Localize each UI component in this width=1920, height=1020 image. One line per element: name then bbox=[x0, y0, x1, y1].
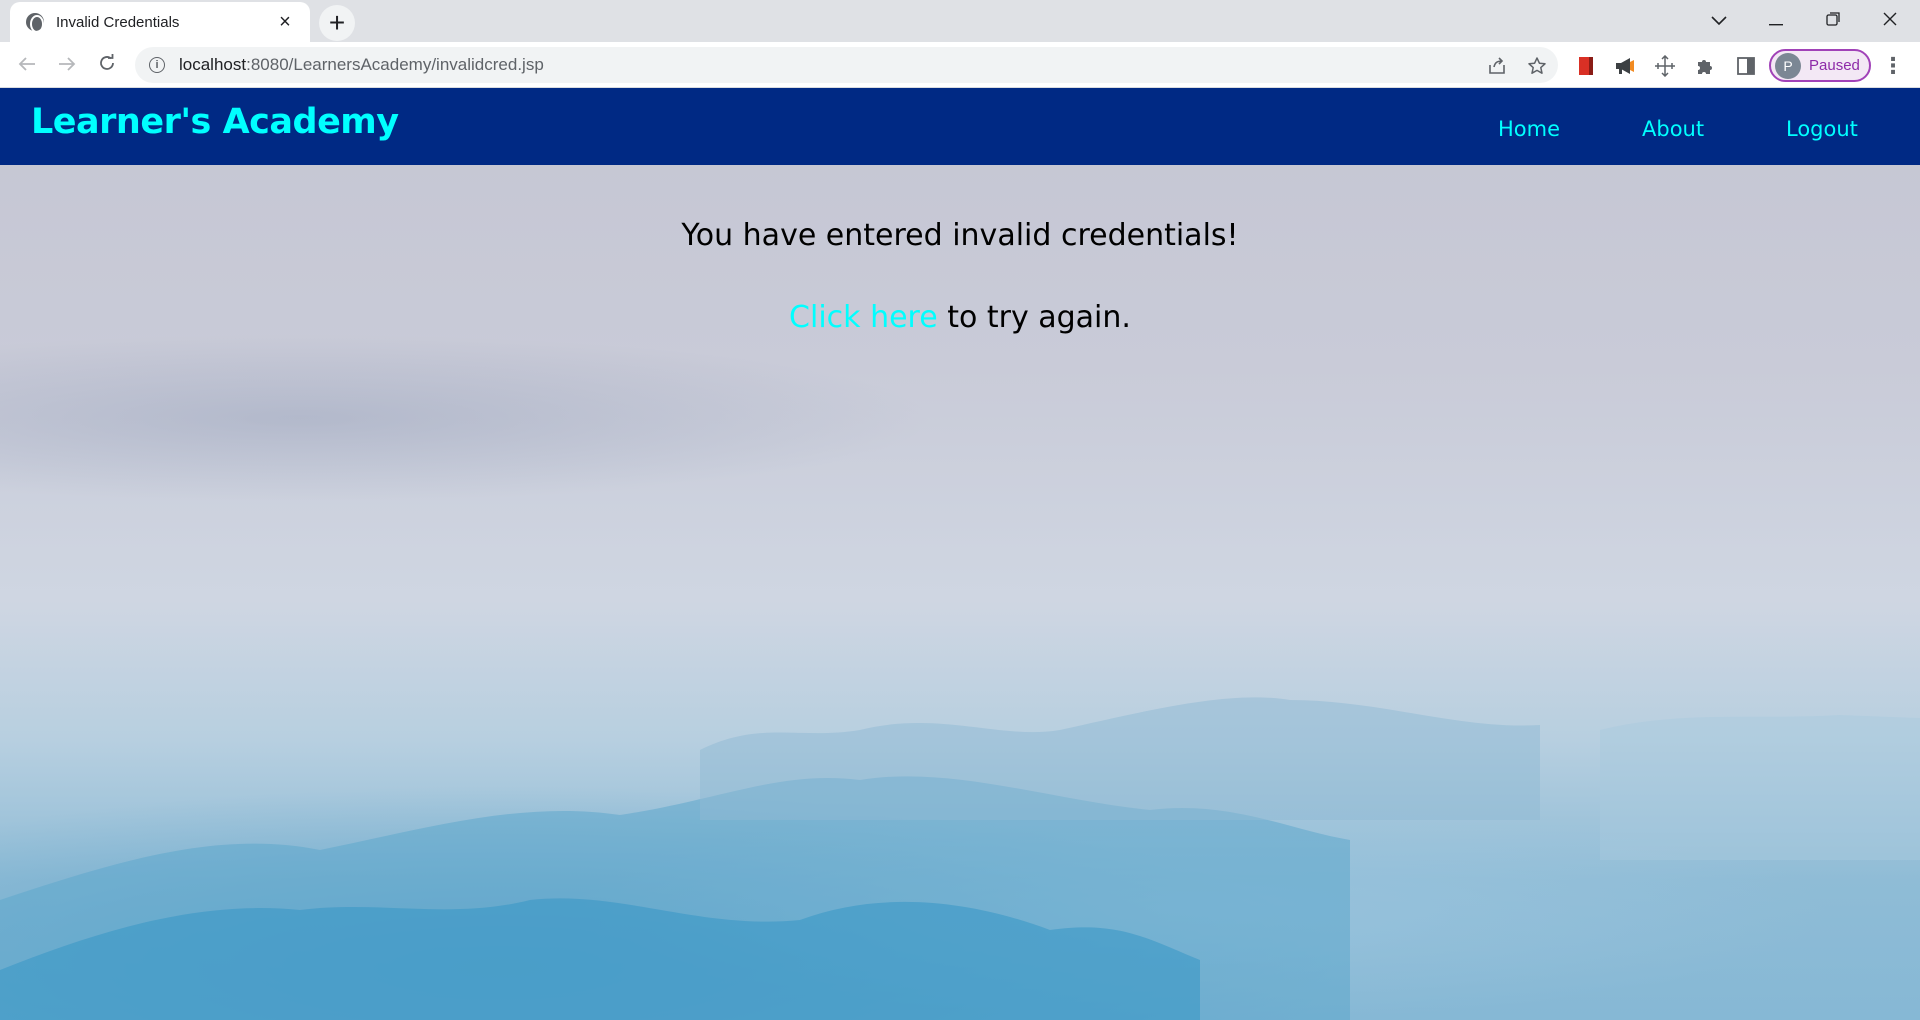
profile-status: Paused bbox=[1809, 57, 1860, 74]
forward-button[interactable] bbox=[51, 49, 83, 81]
megaphone-extension-icon[interactable] bbox=[1612, 53, 1638, 79]
new-tab-button[interactable]: + bbox=[319, 5, 355, 41]
site-brand[interactable]: Learner's Academy bbox=[31, 102, 399, 142]
reload-button[interactable] bbox=[91, 49, 123, 81]
close-icon[interactable]: × bbox=[274, 11, 296, 33]
chevron-down-icon bbox=[1711, 10, 1727, 31]
retry-text: to try again. bbox=[937, 300, 1131, 335]
arrow-left-icon bbox=[18, 52, 36, 78]
share-icon[interactable] bbox=[1485, 54, 1509, 78]
retry-link[interactable]: Click here bbox=[789, 300, 938, 335]
arrow-right-icon bbox=[58, 52, 76, 78]
profile-button[interactable]: P Paused bbox=[1769, 49, 1871, 82]
info-icon[interactable]: i bbox=[149, 57, 165, 73]
reload-icon bbox=[98, 52, 116, 78]
tab-strip: Invalid Credentials × + bbox=[0, 0, 1920, 42]
nav-home[interactable]: Home bbox=[1498, 117, 1560, 141]
nav-logout[interactable]: Logout bbox=[1786, 117, 1858, 141]
move-extension-icon[interactable] bbox=[1652, 53, 1678, 79]
side-panel-icon[interactable] bbox=[1733, 53, 1759, 79]
nav-about[interactable]: About bbox=[1642, 117, 1704, 141]
tab-title: Invalid Credentials bbox=[56, 13, 180, 31]
puzzle-icon[interactable] bbox=[1692, 53, 1718, 79]
restore-icon bbox=[1826, 10, 1840, 31]
browser-toolbar: i localhost:8080/LearnersAcademy/invalid… bbox=[0, 42, 1920, 88]
restore-button[interactable] bbox=[1805, 0, 1861, 40]
globe-icon bbox=[26, 13, 44, 33]
minimize-icon bbox=[1769, 10, 1783, 31]
address-bar[interactable]: i localhost:8080/LearnersAcademy/invalid… bbox=[135, 47, 1558, 83]
back-button[interactable] bbox=[11, 49, 43, 81]
bookmark-extension-icon[interactable] bbox=[1573, 53, 1599, 79]
close-icon bbox=[1883, 10, 1897, 31]
site-header: Learner's Academy Home About Logout bbox=[0, 88, 1920, 165]
browser-tab[interactable]: Invalid Credentials × bbox=[10, 2, 310, 42]
minimize-button[interactable] bbox=[1748, 0, 1804, 40]
close-window-button[interactable] bbox=[1862, 0, 1918, 40]
url-path: :8080/LearnersAcademy/invalidcred.jsp bbox=[246, 55, 544, 74]
tab-search-button[interactable] bbox=[1691, 0, 1747, 40]
url-text[interactable]: localhost:8080/LearnersAcademy/invalidcr… bbox=[179, 55, 544, 75]
more-vert-icon[interactable]: ⋮ bbox=[1880, 53, 1906, 79]
retry-message: Click here to try again. bbox=[0, 300, 1920, 335]
avatar: P bbox=[1775, 52, 1801, 79]
page-content: Learner's Academy Home About Logout You … bbox=[0, 88, 1920, 1020]
mountain-background bbox=[0, 697, 1920, 1020]
error-message: You have entered invalid credentials! bbox=[681, 218, 1239, 253]
url-host: localhost bbox=[179, 55, 247, 74]
plus-icon: + bbox=[328, 7, 346, 38]
star-icon[interactable] bbox=[1525, 54, 1549, 78]
